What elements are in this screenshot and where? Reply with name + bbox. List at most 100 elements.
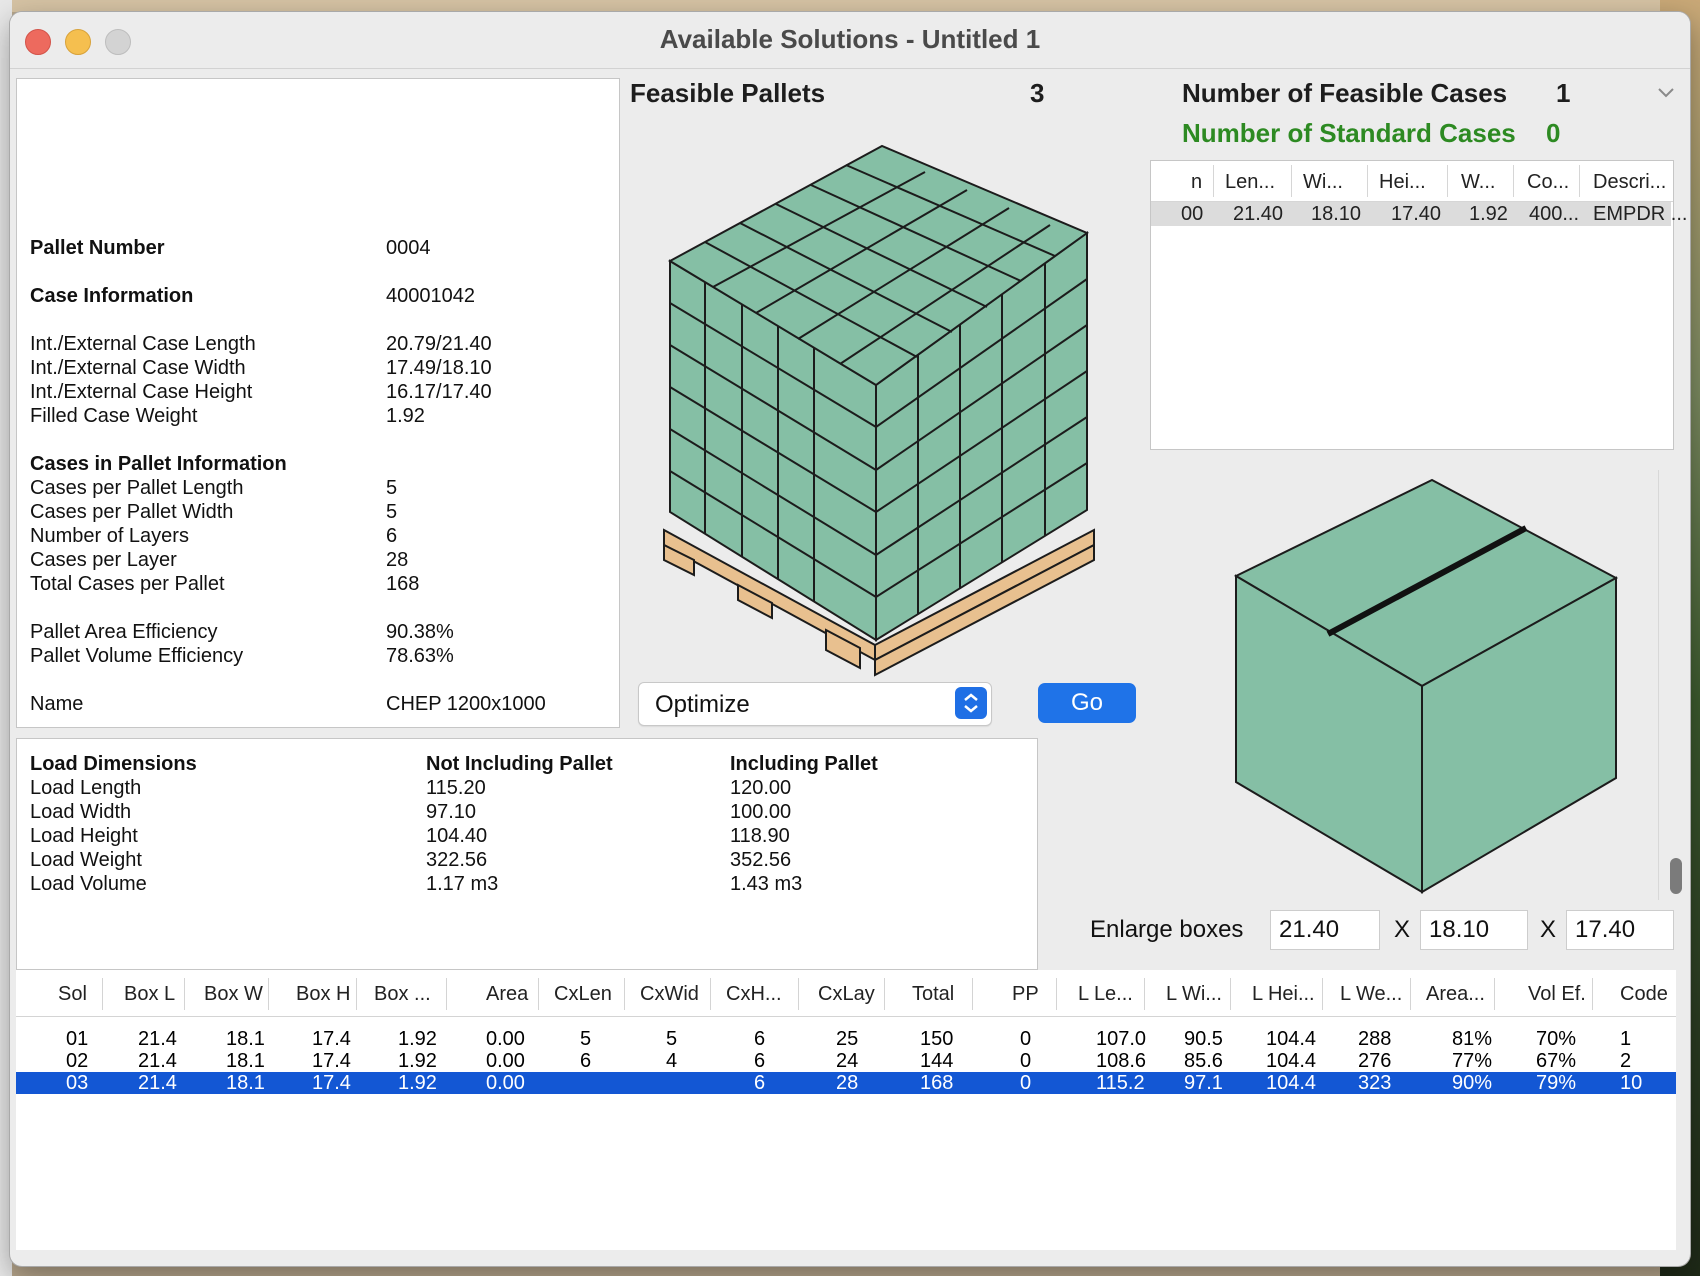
column-divider (1592, 978, 1593, 1010)
col-cxwid[interactable]: CxWid (640, 983, 699, 1006)
name-label: Name (30, 693, 84, 715)
cell: 107.0 (1096, 1028, 1147, 1050)
load-height-label: Load Height (30, 825, 138, 847)
column-divider (1447, 165, 1448, 197)
col-cxlen[interactable]: CxLen (554, 983, 612, 1006)
pallet-number-label: Pallet Number (30, 237, 165, 259)
column-divider (1144, 978, 1145, 1010)
solution-row-02[interactable]: 02 21.4 18.1 17.4 1.92 0.00 6 4 6 24 144… (16, 1050, 1676, 1072)
cases-col-width[interactable]: Wi... (1303, 171, 1343, 194)
cell: 6 (754, 1050, 766, 1072)
col-code[interactable]: Code (1620, 983, 1668, 1006)
case-info-value: 40001042 (386, 285, 475, 307)
col-box-w[interactable]: Box W (204, 983, 263, 1006)
cases-table-header: n Len... Wi... Hei... W... Co... Descri.… (1151, 161, 1673, 202)
cases-col-n[interactable]: n (1191, 171, 1202, 194)
solution-row-03-selected[interactable]: 03 21.4 18.1 17.4 1.92 0.00 6 28 168 0 1… (16, 1072, 1676, 1094)
case-width-label: Int./External Case Width (30, 357, 246, 379)
cell: 0 (1020, 1050, 1032, 1072)
col-box-weight[interactable]: Box ... (374, 983, 431, 1006)
cell: 81% (1452, 1028, 1493, 1050)
preview-scrollbar-thumb[interactable] (1670, 858, 1682, 894)
cell: 97.1 (1184, 1072, 1223, 1094)
column-divider (538, 978, 539, 1010)
col-total[interactable]: Total (912, 983, 954, 1006)
pallet-load-illustration (663, 144, 1095, 677)
cell: 400... (1529, 203, 1580, 225)
cell: 85.6 (1184, 1050, 1223, 1072)
case-width-value: 17.49/18.10 (386, 357, 492, 379)
desktop-background (0, 0, 1700, 12)
cell: 00 (1181, 203, 1204, 225)
cell: 21.4 (138, 1072, 177, 1094)
cell: 2 (1620, 1050, 1632, 1072)
col-area-efficiency[interactable]: Area... (1426, 983, 1485, 1006)
cell: 6 (580, 1050, 592, 1072)
load-height-value: 104.40 (426, 825, 488, 847)
col-pp[interactable]: PP (1012, 983, 1039, 1006)
cases-col-height[interactable]: Hei... (1379, 171, 1426, 194)
column-divider (1494, 978, 1495, 1010)
load-length-pallet-value: 120.00 (730, 777, 792, 799)
col-load-height[interactable]: L Hei... (1252, 983, 1315, 1006)
cell: 150 (920, 1028, 954, 1050)
cell: 21.4 (138, 1050, 177, 1072)
col-volume-efficiency[interactable]: Vol Ef. (1528, 983, 1586, 1006)
x-separator-1: X (1394, 916, 1411, 943)
cell: 90% (1452, 1072, 1493, 1094)
cell: 104.4 (1266, 1028, 1317, 1050)
cell: EMPDR ... (1593, 203, 1688, 225)
cell: 1 (1620, 1028, 1632, 1050)
go-button[interactable]: Go (1038, 683, 1136, 723)
cases-col-weight[interactable]: W... (1461, 171, 1495, 194)
load-volume-pallet-value: 1.43 m3 (730, 873, 803, 895)
column-divider (624, 978, 625, 1010)
load-length-label: Load Length (30, 777, 142, 799)
not-including-pallet-header: Not Including Pallet (426, 753, 613, 775)
volume-efficiency-label: Pallet Volume Efficiency (30, 645, 244, 667)
cases-col-description[interactable]: Descri... (1593, 171, 1666, 194)
cell: 28 (836, 1072, 859, 1094)
col-load-width[interactable]: L Wi... (1166, 983, 1222, 1006)
load-width-value: 97.10 (426, 801, 477, 823)
enlarge-width-input[interactable]: 18.10 (1420, 910, 1528, 950)
col-area[interactable]: Area (486, 983, 528, 1006)
col-load-length[interactable]: L Le... (1078, 983, 1133, 1006)
solution-row-01[interactable]: 01 21.4 18.1 17.4 1.92 0.00 5 5 6 25 150… (16, 1028, 1676, 1050)
cell: 17.4 (312, 1050, 351, 1072)
chevron-down-icon[interactable] (1656, 86, 1676, 100)
column-divider (1410, 978, 1411, 1010)
window-title: Available Solutions - Untitled 1 (659, 24, 1041, 54)
cases-table: n Len... Wi... Hei... W... Co... Descri.… (1150, 160, 1687, 450)
cell: 67% (1536, 1050, 1577, 1072)
cases-per-layer-label: Cases per Layer (30, 549, 177, 571)
cases-table-row[interactable]: 00 21.40 18.10 17.40 1.92 400... EMPDR .… (1151, 202, 1687, 226)
col-box-l[interactable]: Box L (124, 983, 175, 1006)
mode-select[interactable]: Optimize (638, 682, 992, 726)
enlarge-height-input[interactable]: 17.40 (1566, 910, 1674, 950)
number-of-layers-label: Number of Layers (30, 525, 189, 547)
load-weight-label: Load Weight (30, 849, 142, 871)
cell: 104.4 (1266, 1072, 1317, 1094)
col-cxheight[interactable]: CxH... (726, 983, 782, 1006)
including-pallet-header: Including Pallet (730, 753, 878, 775)
col-sol[interactable]: Sol (58, 983, 87, 1006)
feasible-pallets-count: 3 (1030, 78, 1045, 108)
case-weight-value: 1.92 (386, 405, 425, 427)
cases-col-code[interactable]: Co... (1527, 171, 1569, 194)
enlarge-length-input[interactable]: 21.40 (1270, 910, 1380, 950)
x-separator-2: X (1540, 916, 1557, 943)
cases-col-length[interactable]: Len... (1225, 171, 1275, 194)
case-length-label: Int./External Case Length (30, 333, 256, 355)
col-cxlay[interactable]: CxLay (818, 983, 875, 1006)
cell: 168 (920, 1072, 954, 1094)
cell: 25 (836, 1028, 859, 1050)
cell: 0 (1020, 1072, 1032, 1094)
col-load-weight[interactable]: L We... (1340, 983, 1402, 1006)
load-dimensions-header: Load Dimensions (30, 753, 197, 775)
col-box-h[interactable]: Box H (296, 983, 350, 1006)
case-box-illustration (1233, 478, 1619, 894)
case-length-value: 20.79/21.40 (386, 333, 492, 355)
title-bar[interactable]: Available Solutions - Untitled 1 (10, 12, 1690, 69)
cell: 104.4 (1266, 1050, 1317, 1072)
